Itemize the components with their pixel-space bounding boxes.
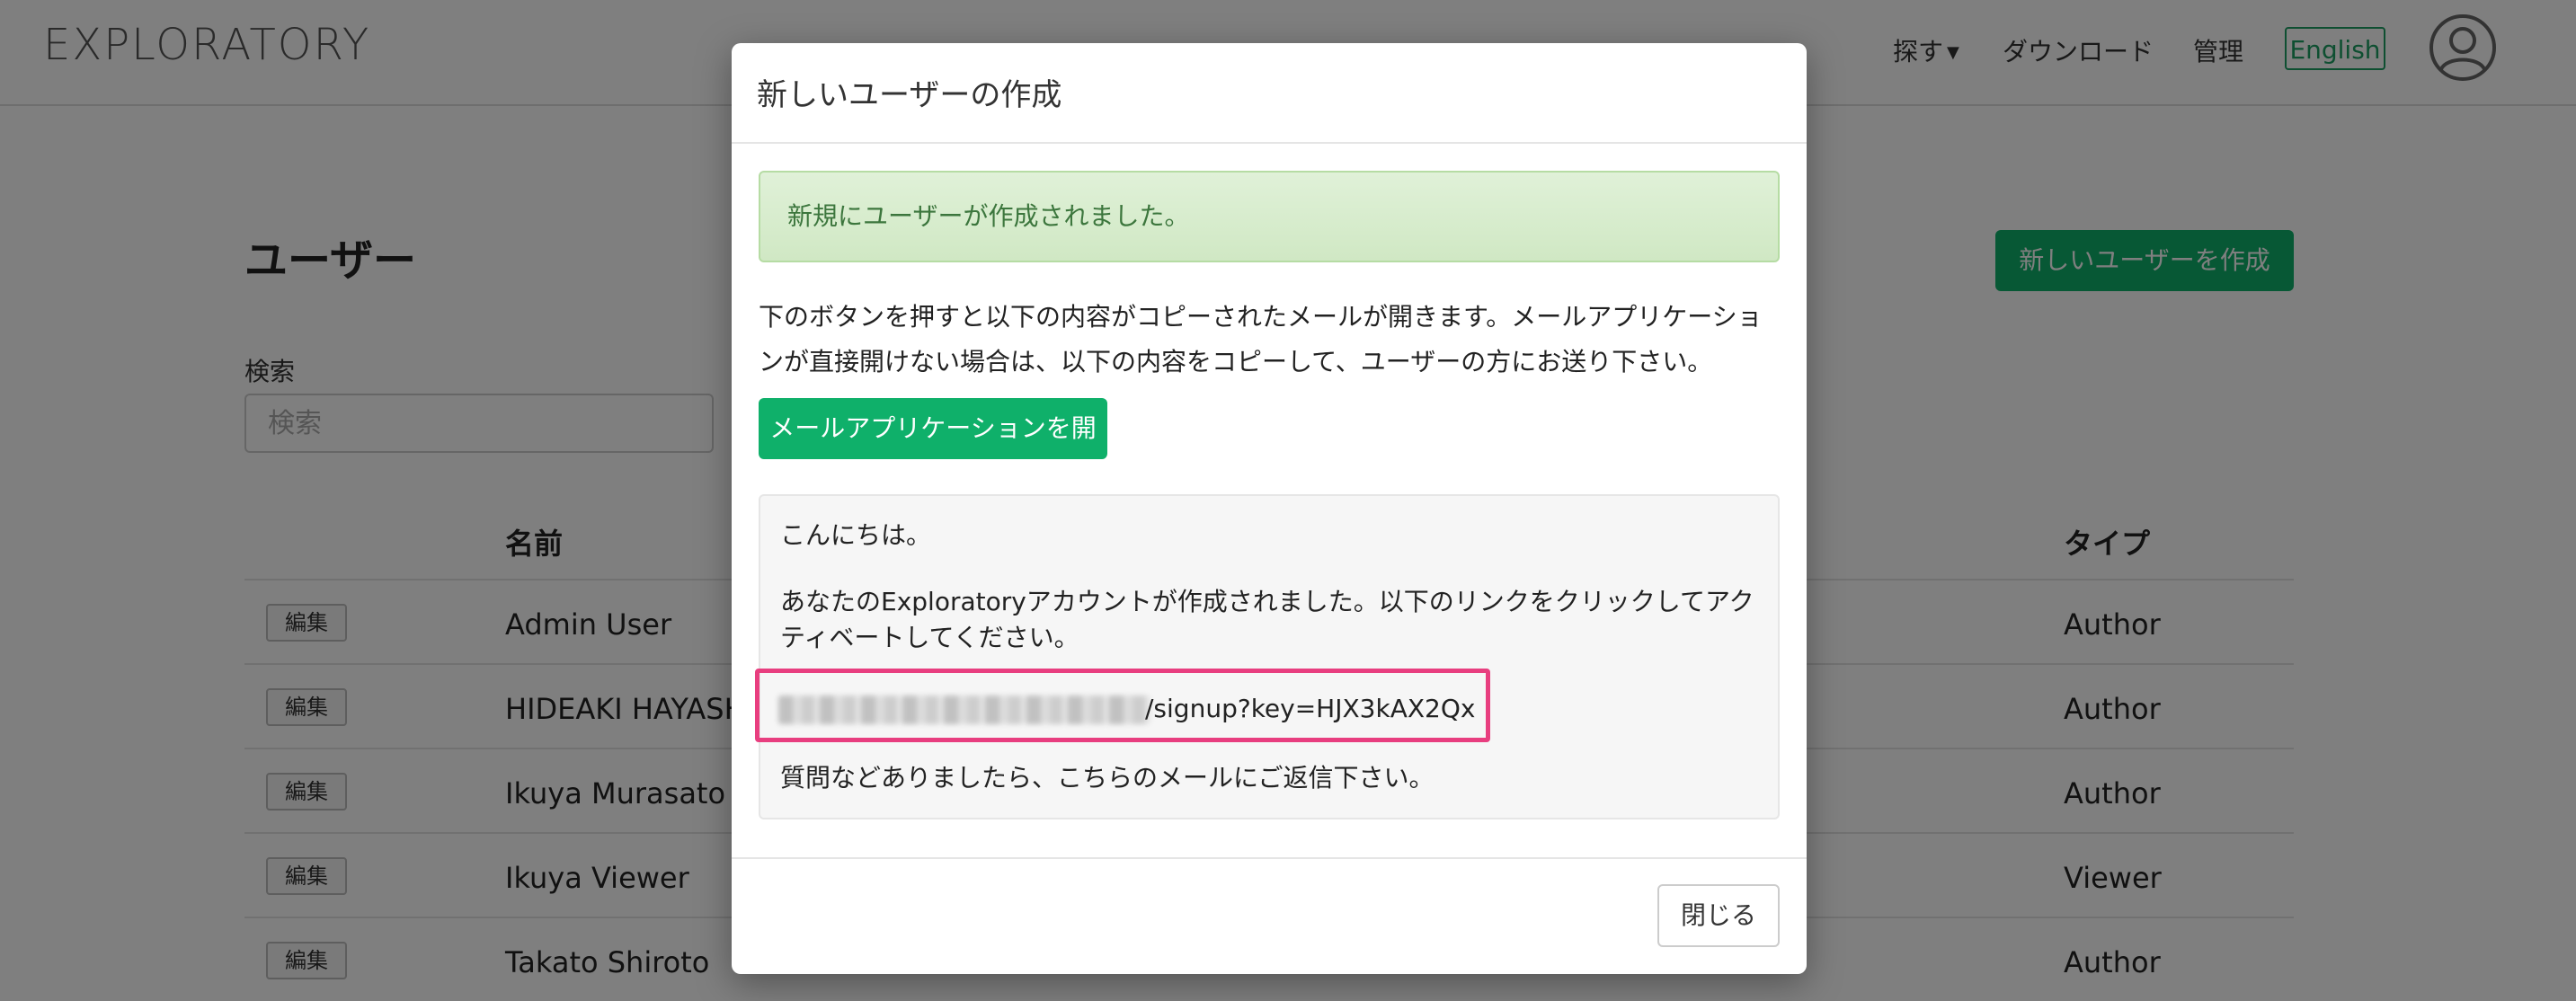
create-user-modal: 新しいユーザーの作成 新規にユーザーが作成されました。 下のボタンを押すと以下の… — [732, 43, 1807, 974]
modal-title: 新しいユーザーの作成 — [757, 77, 1062, 113]
link-highlight-box — [755, 669, 1490, 742]
close-button[interactable]: 閉じる — [1657, 884, 1780, 947]
mail-closing: 質問などありましたら、こちらのメールにご返信下さい。 — [780, 763, 1435, 793]
modal-footer-divider — [732, 857, 1807, 859]
modal-header: 新しいユーザーの作成 — [732, 43, 1807, 144]
mail-content-box[interactable]: こんにちは。 あなたのExploratoryアカウントが作成されました。以下のリ… — [759, 494, 1780, 819]
success-alert: 新規にユーザーが作成されました。 — [759, 171, 1780, 262]
instructions-text: 下のボタンを押すと以下の内容がコピーされたメールが開きます。メールアプリケーショ… — [759, 302, 1763, 376]
mail-body-text: あなたのExploratoryアカウントが作成されました。以下のリンクをクリック… — [780, 587, 1754, 652]
mail-greeting: こんにちは。 — [780, 520, 932, 550]
open-mail-app-button[interactable]: メールアプリケーションを開く — [759, 398, 1107, 504]
